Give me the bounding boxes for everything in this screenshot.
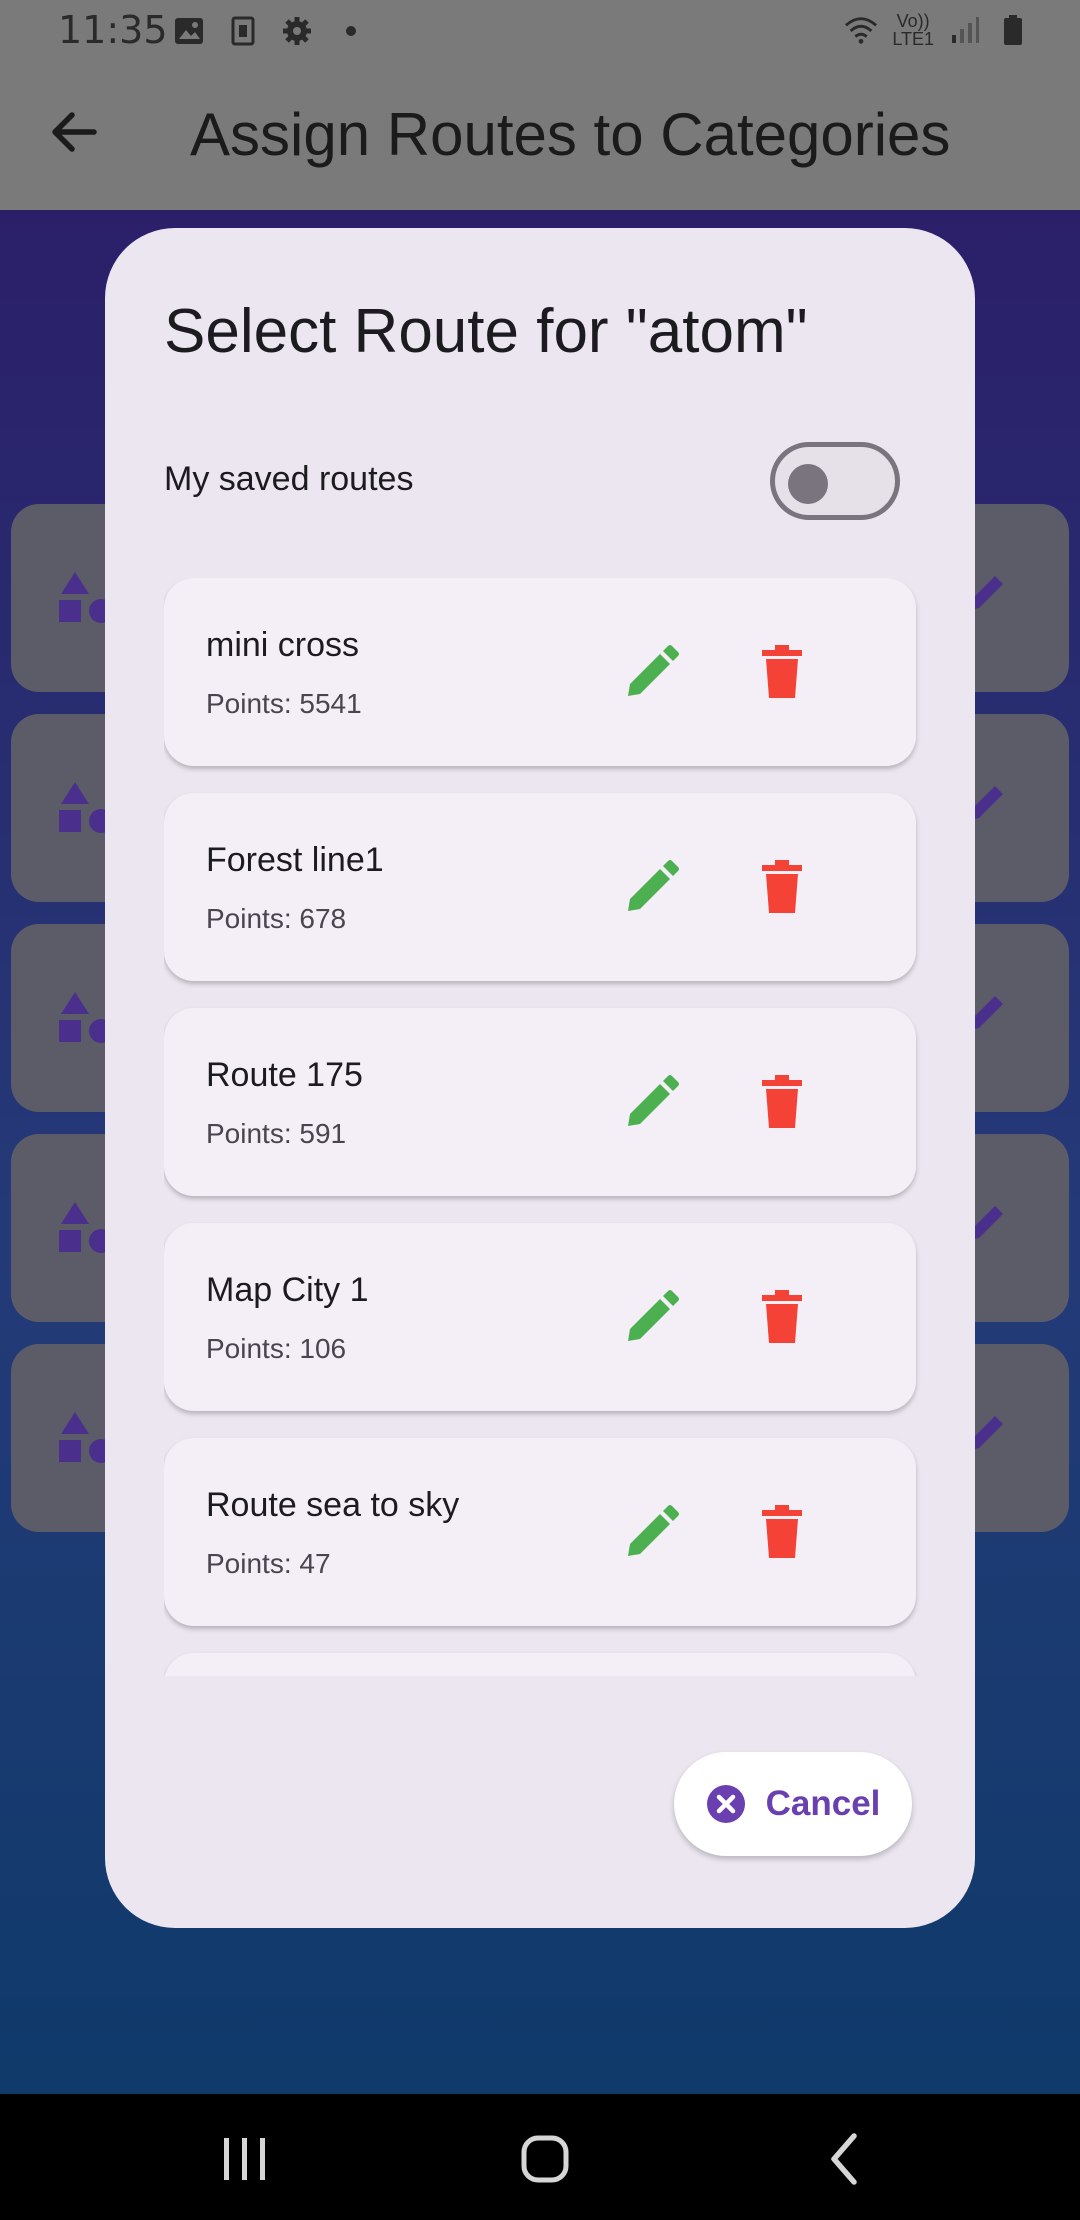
route-item-partial[interactable] — [164, 1653, 916, 1676]
pencil-icon — [628, 645, 679, 696]
route-points: Points: 5541 — [206, 688, 362, 719]
route-points: Points: 591 — [206, 1118, 347, 1149]
route-list[interactable]: mini cross Points: 5541 Forest line1 Poi… — [164, 578, 924, 1676]
pencil-icon — [628, 1290, 679, 1341]
edit-route-button[interactable] — [624, 859, 680, 915]
app-bar: Assign Routes to Categories — [0, 64, 1080, 210]
cancel-circle-icon — [706, 1785, 745, 1823]
delete-route-button[interactable] — [754, 1289, 810, 1345]
pencil-icon — [628, 860, 679, 911]
trash-icon — [762, 860, 802, 913]
dialog-title: Select Route for "atom" — [164, 297, 808, 366]
route-item[interactable]: Forest line1 Points: 678 — [164, 793, 916, 981]
toggle-knob — [788, 464, 828, 504]
image-icon — [172, 14, 206, 48]
recent-apps-icon[interactable] — [210, 2124, 280, 2194]
delete-route-button[interactable] — [754, 644, 810, 700]
trash-icon — [762, 1075, 802, 1128]
system-nav-bar — [0, 2094, 1080, 2220]
dot-icon — [334, 14, 368, 48]
cancel-button[interactable]: Cancel — [674, 1752, 912, 1856]
route-item[interactable]: Route sea to sky Points: 47 — [164, 1438, 916, 1626]
route-name: Map City 1 — [206, 1271, 369, 1309]
delete-route-button[interactable] — [754, 859, 810, 915]
edit-route-button[interactable] — [624, 1504, 680, 1560]
saved-routes-toggle[interactable] — [770, 442, 900, 520]
gear-icon — [280, 14, 314, 48]
route-points: Points: 106 — [206, 1333, 347, 1364]
delete-route-button[interactable] — [754, 1074, 810, 1130]
select-route-dialog: Select Route for "atom" My saved routes … — [105, 228, 975, 1928]
status-time: 11:35 — [58, 8, 168, 52]
route-name: Route 175 — [206, 1056, 363, 1094]
sim-icon — [226, 14, 260, 48]
edit-route-button[interactable] — [624, 644, 680, 700]
trash-icon — [762, 1290, 802, 1343]
saved-routes-label: My saved routes — [164, 460, 414, 498]
wifi-icon — [844, 13, 878, 47]
network-label: Vo)) LTE1 — [892, 11, 934, 49]
route-item[interactable]: Map City 1 Points: 106 — [164, 1223, 916, 1411]
home-icon[interactable] — [510, 2124, 580, 2194]
trash-icon — [762, 645, 802, 698]
edit-route-button[interactable] — [624, 1074, 680, 1130]
battery-icon — [996, 13, 1030, 47]
route-name: mini cross — [206, 626, 360, 664]
pencil-icon — [628, 1505, 679, 1556]
route-name: Forest line1 — [206, 841, 384, 879]
arrow-left-icon[interactable] — [46, 104, 102, 160]
route-points: Points: 47 — [206, 1548, 331, 1579]
route-points: Points: 678 — [206, 903, 347, 934]
pencil-icon — [628, 1075, 679, 1126]
trash-icon — [762, 1505, 802, 1558]
edit-route-button[interactable] — [624, 1289, 680, 1345]
status-bar: 11:35 Vo)) LTE1 — [0, 0, 1080, 64]
back-icon[interactable] — [810, 2124, 880, 2194]
delete-route-button[interactable] — [754, 1504, 810, 1560]
cancel-label: Cancel — [765, 1784, 881, 1823]
route-item[interactable]: Route 175 Points: 591 — [164, 1008, 916, 1196]
route-name: Route sea to sky — [206, 1486, 460, 1524]
signal-icon — [948, 13, 982, 47]
route-item[interactable]: mini cross Points: 5541 — [164, 578, 916, 766]
page-title: Assign Routes to Categories — [190, 101, 951, 168]
